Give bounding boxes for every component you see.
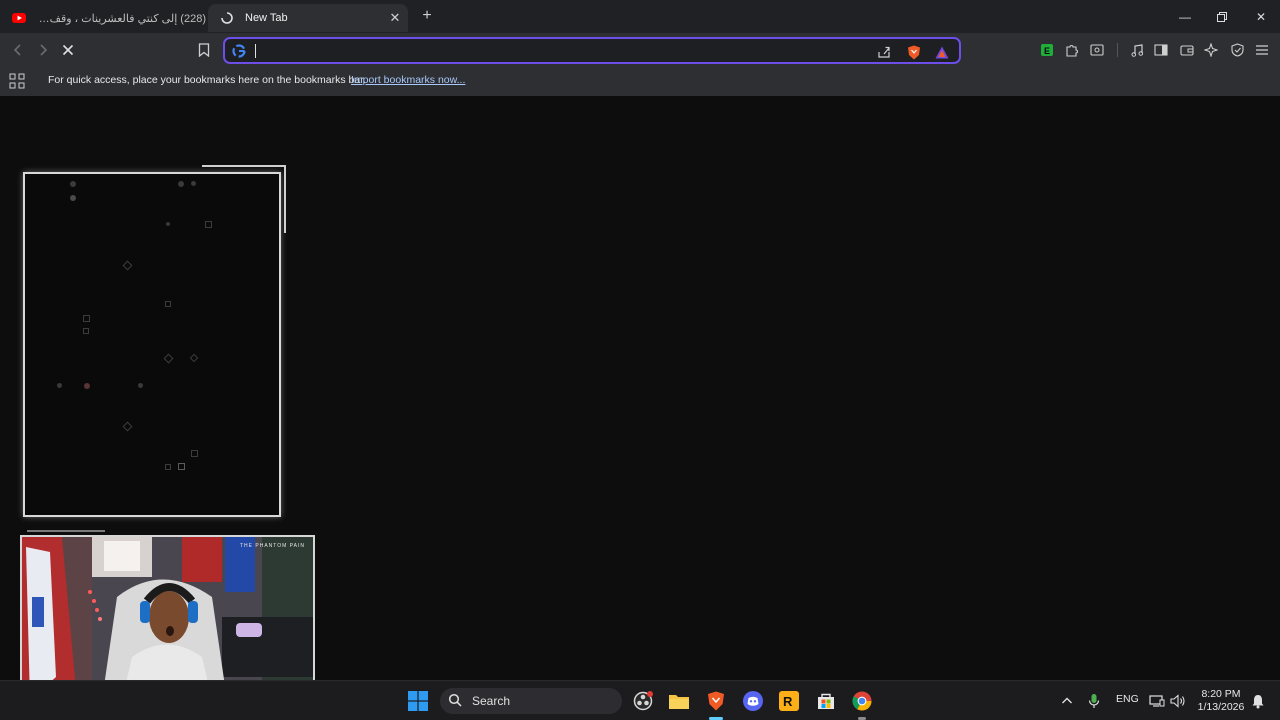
leo-ai-icon[interactable] xyxy=(1202,41,1220,59)
discord-icon[interactable] xyxy=(741,689,765,713)
bookmarks-hint-text: For quick access, place your bookmarks h… xyxy=(48,74,367,86)
tab-new-tab[interactable]: New Tab ✕ xyxy=(208,4,408,32)
google-icon xyxy=(232,44,246,58)
svg-text:R: R xyxy=(783,694,793,709)
extensions-puzzle-icon[interactable] xyxy=(1063,41,1081,59)
stream-overlay-frame xyxy=(23,172,281,517)
new-tab-button[interactable]: + xyxy=(418,7,436,25)
screenshot-icon[interactable] xyxy=(1088,41,1106,59)
vpn-shield-icon[interactable] xyxy=(1228,41,1246,59)
rockstar-launcher-icon[interactable]: R xyxy=(777,689,801,713)
overlay-decoration xyxy=(202,165,286,167)
clock-time: 8:20 PM xyxy=(1201,688,1241,700)
microsoft-store-icon[interactable] xyxy=(814,689,838,713)
import-bookmarks-link[interactable]: Import bookmarks now... xyxy=(351,74,465,86)
overlay-particle xyxy=(165,464,171,470)
tab-title: New Tab xyxy=(245,12,288,24)
chevron-up-icon[interactable] xyxy=(1055,689,1079,713)
minimize-button[interactable]: — xyxy=(1166,0,1204,33)
svg-text:E: E xyxy=(1044,46,1050,56)
clock-date: 1/13/2026 xyxy=(1197,701,1245,713)
back-button[interactable] xyxy=(8,40,28,60)
address-bar[interactable] xyxy=(223,37,961,64)
tab-youtube[interactable]: (228) إلى كنتي فالعشرينات ، وقف... ما xyxy=(0,4,206,32)
share-icon[interactable] xyxy=(875,43,893,61)
tab-title: (228) إلى كنتي فالعشرينات ، وقف... ما xyxy=(37,12,206,25)
address-input[interactable] xyxy=(259,42,859,60)
youtube-icon xyxy=(11,10,27,26)
bookmarks-bar: For quick access, place your bookmarks h… xyxy=(0,66,1280,96)
search-icon xyxy=(448,693,464,709)
music-icon[interactable] xyxy=(1128,41,1146,59)
loading-icon xyxy=(219,10,235,26)
text-cursor xyxy=(255,44,256,58)
obs-icon[interactable] xyxy=(631,689,655,713)
system-clock[interactable]: 8:20 PM 1/13/2026 xyxy=(1194,688,1248,714)
overlay-particle xyxy=(189,353,199,363)
webcam-feed: THE PHANTOM PAIN xyxy=(20,535,315,702)
windows-start-icon[interactable] xyxy=(406,689,430,713)
taskbar-search[interactable]: Search xyxy=(440,688,622,714)
stop-loading-button[interactable] xyxy=(58,40,78,60)
overlay-decoration xyxy=(284,165,286,233)
overlay-particle xyxy=(122,421,133,432)
close-window-button[interactable]: ✕ xyxy=(1242,0,1280,33)
wallet-icon[interactable] xyxy=(1178,41,1196,59)
overlay-particle xyxy=(57,383,62,388)
webcam-overlay-label: THE PHANTOM PAIN xyxy=(240,543,305,549)
overlay-particle xyxy=(178,181,184,187)
overlay-particle xyxy=(178,463,185,470)
toolbar-divider xyxy=(1117,43,1118,57)
overlay-particle xyxy=(205,221,212,228)
microphone-icon[interactable] xyxy=(1082,689,1106,713)
file-explorer-icon[interactable] xyxy=(667,689,691,713)
menu-icon[interactable] xyxy=(1253,41,1271,59)
bookmark-icon[interactable] xyxy=(194,40,214,60)
apps-grid-icon[interactable] xyxy=(9,73,25,89)
overlay-particle xyxy=(163,353,174,364)
overlay-particle xyxy=(165,301,171,307)
overlay-particle xyxy=(83,315,90,322)
overlay-particle xyxy=(166,222,170,226)
brave-rewards-icon[interactable] xyxy=(933,43,951,61)
taskbar: Search R ENG 8:20 PM 1/13/2026 xyxy=(0,680,1280,720)
language-indicator[interactable]: ENG xyxy=(1116,693,1139,705)
overlay-particle xyxy=(70,195,76,201)
sidebar-icon[interactable] xyxy=(1152,41,1170,59)
chrome-icon[interactable] xyxy=(850,689,874,713)
overlay-particle xyxy=(122,260,133,271)
brave-browser-icon[interactable] xyxy=(704,689,728,713)
overlay-particle xyxy=(84,383,90,389)
tab-strip: (228) إلى كنتي فالعشرينات ، وقف... ما Ne… xyxy=(0,0,1280,33)
close-tab-icon[interactable]: ✕ xyxy=(386,9,404,27)
extension-e-icon[interactable]: E xyxy=(1038,41,1056,59)
restore-button[interactable] xyxy=(1203,0,1241,33)
webcam-image xyxy=(22,537,313,700)
overlay-particle xyxy=(83,328,89,334)
volume-icon[interactable] xyxy=(1166,689,1190,713)
overlay-decoration xyxy=(27,530,105,532)
overlay-particle xyxy=(191,181,196,186)
search-label: Search xyxy=(472,694,511,708)
forward-button[interactable] xyxy=(33,40,53,60)
overlay-particle xyxy=(138,383,143,388)
brave-shield-icon[interactable] xyxy=(905,43,923,61)
overlay-particle xyxy=(191,450,198,457)
notifications-icon[interactable] xyxy=(1246,689,1270,713)
overlay-particle xyxy=(70,181,76,187)
